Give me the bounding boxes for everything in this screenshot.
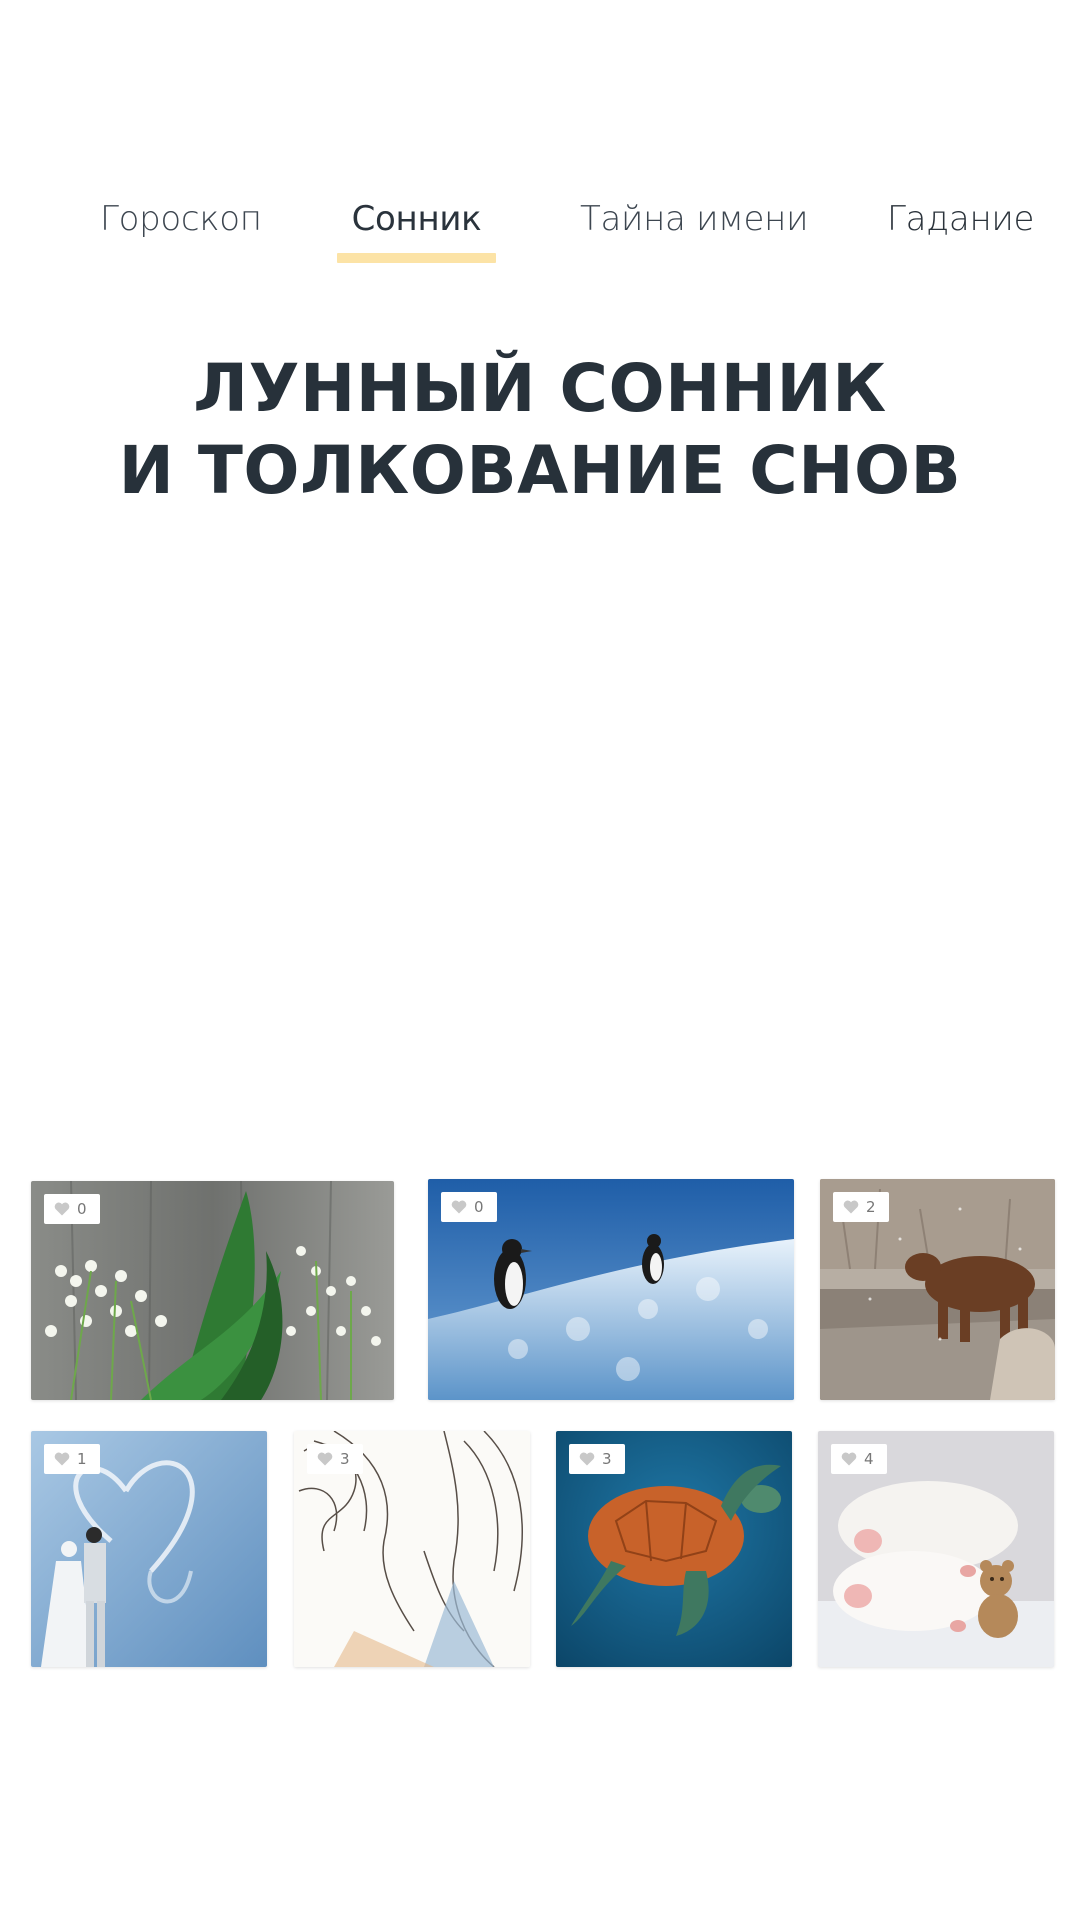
like-badge[interactable]: 2: [833, 1192, 889, 1222]
like-badge[interactable]: 1: [44, 1444, 100, 1474]
like-badge[interactable]: 3: [569, 1444, 625, 1474]
like-badge[interactable]: 4: [831, 1444, 887, 1474]
like-count: 1: [77, 1450, 87, 1468]
page-title: ЛУННЫЙ СОННИК И ТОЛКОВАНИЕ СНОВ: [0, 348, 1080, 512]
heart-icon: [317, 1452, 333, 1466]
gallery-tile-wedding[interactable]: 1: [31, 1431, 267, 1667]
page-title-line-2: И ТОЛКОВАНИЕ СНОВ: [118, 432, 962, 509]
like-count: 2: [866, 1198, 876, 1216]
main-nav: Гороскоп Сонник Тайна имени Гадание: [0, 0, 1080, 270]
like-badge[interactable]: 3: [307, 1444, 363, 1474]
gallery-tile-lily[interactable]: 0: [31, 1181, 394, 1400]
like-count: 4: [864, 1450, 874, 1468]
gallery-tile-turtle[interactable]: 3: [556, 1431, 792, 1667]
like-count: 0: [77, 1200, 87, 1218]
like-badge[interactable]: 0: [44, 1194, 100, 1224]
nav-item-horoscope[interactable]: Гороскоп: [100, 199, 262, 255]
heart-icon: [54, 1202, 70, 1216]
nav-active-indicator: [337, 253, 496, 263]
gallery-tile-penguins[interactable]: 0: [428, 1179, 794, 1400]
heart-icon: [451, 1200, 467, 1214]
heart-icon: [843, 1200, 859, 1214]
nav-item-divination[interactable]: Гадание: [887, 199, 1034, 255]
like-count: 3: [340, 1450, 350, 1468]
heart-icon: [841, 1452, 857, 1466]
gallery-tile-rats[interactable]: 4: [818, 1431, 1054, 1667]
nav-item-dream-book[interactable]: Сонник: [337, 199, 496, 255]
gallery-tile-cow[interactable]: 2: [820, 1179, 1055, 1400]
page-title-line-1: ЛУННЫЙ СОННИК: [193, 350, 887, 427]
heart-icon: [579, 1452, 595, 1466]
heart-icon: [54, 1452, 70, 1466]
like-badge[interactable]: 0: [441, 1192, 497, 1222]
gallery-tile-sketch[interactable]: 3: [294, 1431, 530, 1667]
nav-item-name-secret[interactable]: Тайна имени: [580, 199, 808, 255]
like-count: 3: [602, 1450, 612, 1468]
like-count: 0: [474, 1198, 484, 1216]
